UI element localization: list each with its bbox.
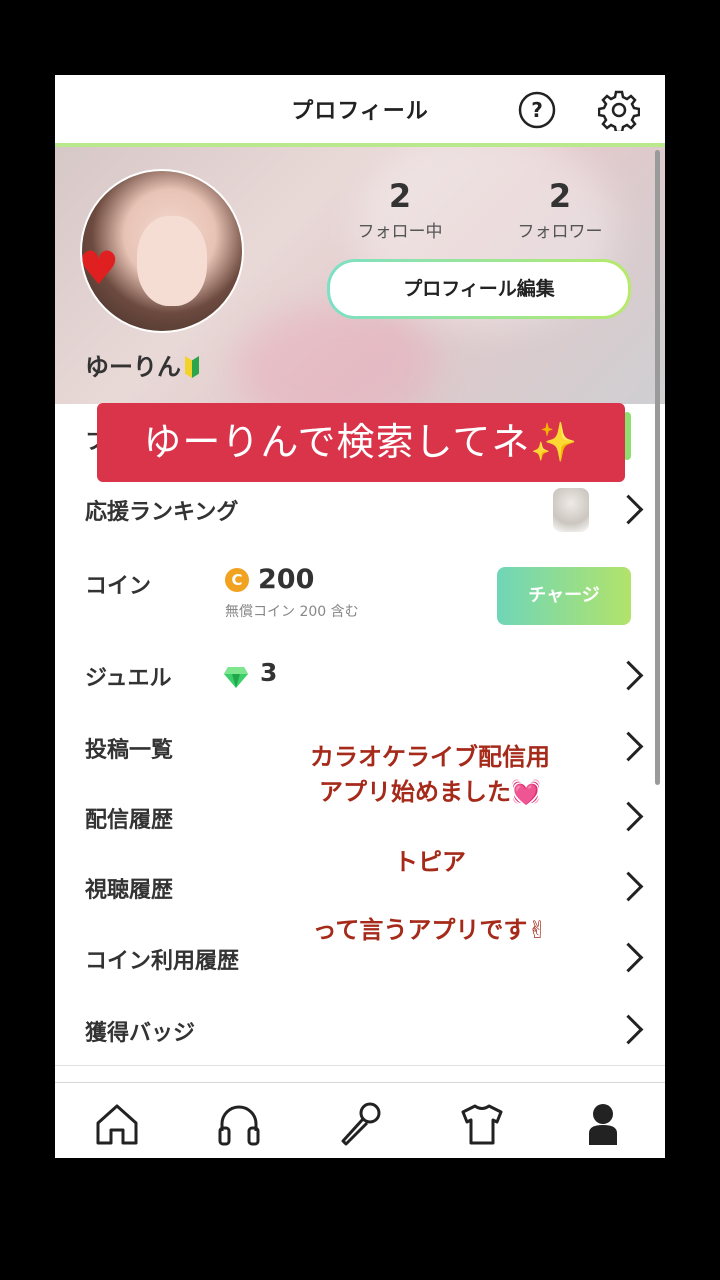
avatar[interactable]: ♥ bbox=[80, 169, 244, 333]
person-icon[interactable] bbox=[580, 1101, 626, 1147]
chevron-right-icon bbox=[613, 660, 644, 691]
followers-label: フォロワー bbox=[517, 222, 603, 242]
chevron-right-icon bbox=[613, 494, 644, 525]
posts-label: 投稿一覧 bbox=[85, 738, 174, 763]
jewel-label: ジュエル bbox=[85, 666, 172, 691]
chevron-right-icon bbox=[613, 1014, 644, 1045]
app-screen: プロフィール ? ♥ ゆーりん 2 フォロー中 2 フォロワー プロフィール編集 bbox=[55, 75, 665, 1158]
page-title: プロフィール bbox=[291, 99, 429, 124]
broadcast-history-label: 配信履歴 bbox=[85, 808, 174, 833]
list-item-coin: コイン C 200 無償コイン 200 含む チャージ bbox=[55, 544, 665, 640]
header-bar: プロフィール ? bbox=[55, 75, 665, 147]
list-item-jewel[interactable]: ジュエル 3 bbox=[55, 639, 665, 712]
charge-button[interactable]: チャージ bbox=[497, 567, 631, 625]
jewel-count: 3 bbox=[260, 658, 278, 687]
bottom-tab-bar bbox=[55, 1082, 665, 1158]
free-coin-note: 無償コイン 200 含む bbox=[225, 604, 359, 620]
jewel-icon bbox=[224, 667, 248, 688]
svg-text:?: ? bbox=[531, 98, 543, 122]
list-item-badges[interactable]: 獲得バッジ bbox=[55, 993, 665, 1066]
caption-line: カラオケライブ配信用 bbox=[310, 743, 550, 771]
ranking-user-avatar bbox=[553, 488, 589, 532]
followers-count: 2 bbox=[548, 177, 572, 215]
avatar-photo bbox=[137, 216, 207, 306]
username: ゆーりん bbox=[85, 347, 199, 382]
shirt-icon[interactable] bbox=[459, 1101, 505, 1147]
scrollbar[interactable] bbox=[655, 150, 660, 785]
coin-balance: 200 bbox=[258, 564, 315, 595]
coin-icon: C bbox=[225, 568, 249, 592]
following-label: フォロー中 bbox=[357, 222, 443, 242]
heart-icon: ♥ bbox=[80, 241, 120, 295]
caption-line: って言うアプリです✌ bbox=[312, 916, 548, 944]
list-item-support-ranking[interactable]: 応援ランキング bbox=[55, 474, 665, 545]
help-icon[interactable]: ? bbox=[518, 91, 556, 129]
settings-gear-icon[interactable] bbox=[598, 89, 640, 131]
coin-label: コイン bbox=[85, 574, 152, 599]
following-count: 2 bbox=[388, 177, 412, 215]
headphones-icon[interactable] bbox=[216, 1101, 262, 1147]
followers-stat[interactable]: 2 フォロワー bbox=[495, 177, 625, 242]
caption-line: アプリ始めました💓 bbox=[319, 778, 541, 806]
edit-profile-button[interactable]: プロフィール編集 bbox=[327, 259, 631, 319]
username-text: ゆーりん bbox=[85, 353, 181, 381]
viewing-history-label: 視聴履歴 bbox=[85, 878, 174, 903]
profile-header: ♥ ゆーりん 2 フォロー中 2 フォロワー プロフィール編集 bbox=[55, 147, 665, 404]
chevron-right-icon bbox=[613, 942, 644, 973]
coin-usage-label: コイン利用履歴 bbox=[85, 949, 240, 974]
beginner-mark-icon bbox=[185, 356, 199, 378]
background-blur bbox=[235, 307, 435, 404]
microphone-icon[interactable] bbox=[337, 1101, 383, 1147]
badges-label: 獲得バッジ bbox=[85, 1021, 196, 1046]
search-banner: ゆーりんで検索してネ✨ bbox=[97, 403, 625, 482]
following-stat[interactable]: 2 フォロー中 bbox=[335, 177, 465, 242]
caption-line: トピア bbox=[394, 848, 466, 876]
support-ranking-label: 応援ランキング bbox=[85, 500, 239, 525]
home-icon[interactable] bbox=[94, 1101, 140, 1147]
